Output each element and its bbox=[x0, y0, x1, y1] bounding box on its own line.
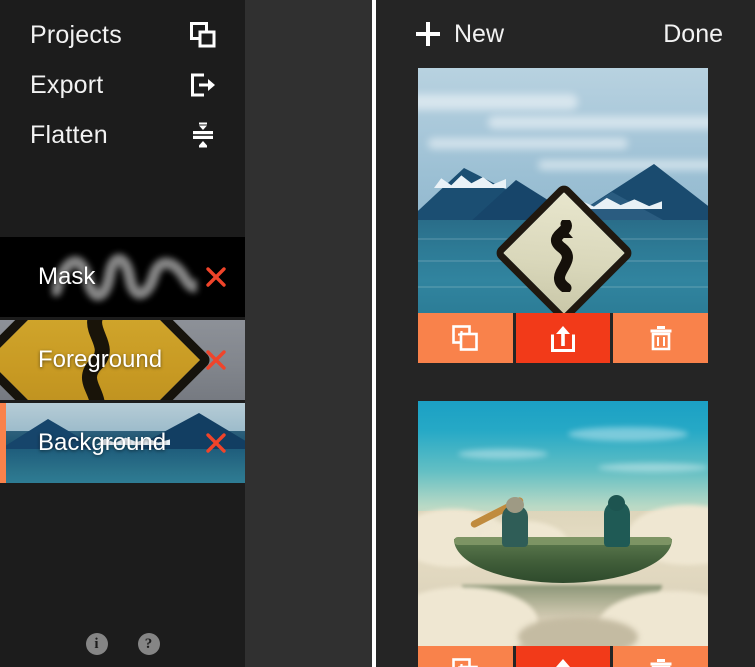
canvas-area bbox=[245, 0, 376, 667]
share-upload-icon[interactable] bbox=[515, 313, 611, 363]
app-root: Projects Export Flatten Mask Foreground … bbox=[0, 0, 755, 667]
project-card-actions bbox=[418, 313, 709, 363]
sidebar-item-label: Flatten bbox=[30, 120, 108, 149]
duplicate-layers-icon bbox=[189, 21, 217, 49]
projects-list bbox=[376, 68, 755, 667]
canoe-on-clouds-photo[interactable] bbox=[418, 401, 708, 646]
trash-delete-icon[interactable] bbox=[613, 646, 709, 667]
sidebar-item-export[interactable]: Export bbox=[0, 60, 245, 110]
layer-row-background[interactable]: Background bbox=[0, 403, 245, 483]
sidebar-menu: Projects Export Flatten bbox=[0, 0, 245, 160]
sidebar-item-label: Export bbox=[30, 70, 104, 99]
photo-cloud bbox=[428, 138, 628, 149]
flatten-layers-icon bbox=[189, 121, 217, 149]
project-card-actions bbox=[418, 646, 709, 667]
projects-panel-header: New Done bbox=[376, 0, 755, 68]
help-icon[interactable]: ? bbox=[137, 633, 160, 655]
paddler-rear-head bbox=[608, 495, 625, 511]
photo-cloud bbox=[418, 94, 578, 110]
new-project-button[interactable]: New bbox=[416, 20, 504, 49]
done-button[interactable]: Done bbox=[663, 20, 723, 49]
photo-cloud-wisp bbox=[598, 463, 708, 472]
selected-layer-accent-bar bbox=[0, 403, 6, 483]
layer-label: Background bbox=[38, 429, 167, 456]
layer-list: Mask Foreground Background bbox=[0, 237, 245, 486]
layer-delete-x-icon[interactable] bbox=[205, 432, 227, 454]
project-card[interactable] bbox=[418, 68, 713, 363]
trash-delete-icon[interactable] bbox=[613, 313, 709, 363]
layer-delete-x-icon[interactable] bbox=[205, 266, 227, 288]
sidebar-item-label: Projects bbox=[30, 20, 122, 49]
paddler-front-head bbox=[506, 497, 524, 513]
projects-panel: New Done bbox=[376, 0, 755, 667]
layer-row-foreground[interactable]: Foreground bbox=[0, 320, 245, 400]
project-card[interactable] bbox=[418, 401, 713, 667]
lake-mountains-road-sign-photo[interactable] bbox=[418, 68, 708, 313]
photo-cloud-wisp bbox=[458, 449, 548, 459]
layer-row-mask[interactable]: Mask bbox=[0, 237, 245, 317]
duplicate-icon[interactable] bbox=[418, 313, 513, 363]
export-arrow-icon bbox=[189, 71, 217, 99]
sidebar-item-projects[interactable]: Projects bbox=[0, 10, 245, 60]
winding-road-symbol bbox=[551, 220, 573, 292]
layers-sidebar: Projects Export Flatten Mask Foreground … bbox=[0, 0, 245, 667]
layer-label: Foreground bbox=[38, 346, 163, 373]
layer-label: Mask bbox=[38, 263, 96, 290]
layer-delete-x-icon[interactable] bbox=[205, 349, 227, 371]
sidebar-footer: i ? bbox=[0, 633, 245, 655]
share-upload-icon[interactable] bbox=[515, 646, 611, 667]
plus-icon bbox=[416, 22, 440, 46]
sidebar-item-flatten[interactable]: Flatten bbox=[0, 110, 245, 160]
canoe-rim bbox=[454, 537, 672, 545]
info-icon[interactable]: i bbox=[85, 633, 108, 655]
photo-cloud-wisp bbox=[568, 427, 688, 441]
new-project-label: New bbox=[454, 19, 505, 48]
photo-cloud bbox=[488, 116, 708, 129]
duplicate-icon[interactable] bbox=[418, 646, 513, 667]
